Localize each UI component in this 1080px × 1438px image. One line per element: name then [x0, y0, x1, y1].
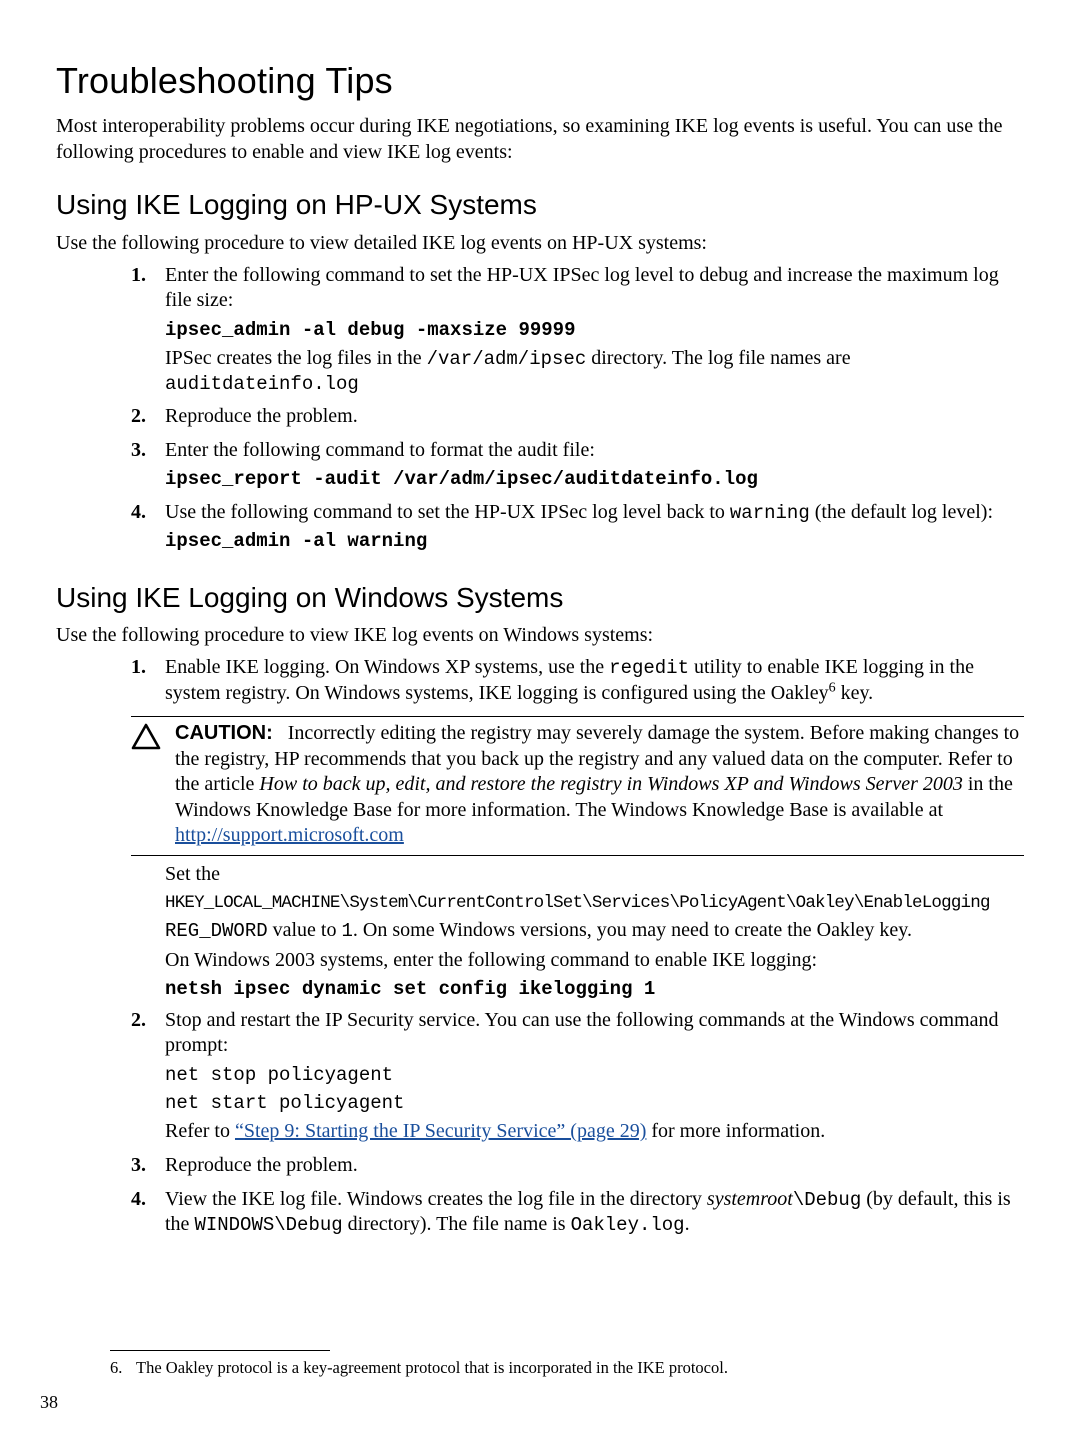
cross-ref-link[interactable]: “Step 9: Starting the IP Security Servic…	[235, 1120, 646, 1142]
step-number: 1.	[131, 655, 165, 710]
caution-icon	[131, 721, 165, 849]
windows-steps: 1. Enable IKE logging. On Windows XP sys…	[131, 655, 1024, 710]
registry-path: HKEY_LOCAL_MACHINE\System\CurrentControl…	[165, 892, 1024, 914]
reg-dword-line: REG_DWORD value to 1. On some Windows ve…	[165, 918, 1024, 944]
windows-intro: Use the following procedure to view IKE …	[56, 623, 1024, 649]
windows-steps-cont: 2. Stop and restart the IP Security serv…	[131, 1008, 1024, 1242]
command: ipsec_report -audit /var/adm/ipsec/audit…	[165, 467, 1024, 491]
w2003-line: On Windows 2003 systems, enter the follo…	[165, 948, 1024, 974]
command: net start policyagent	[165, 1091, 1024, 1115]
footnote-ref: 6	[829, 680, 836, 695]
log-filename: auditdateinfo.log	[165, 372, 1024, 396]
page-title: Troubleshooting Tips	[56, 58, 1024, 104]
footnote-rule	[110, 1350, 330, 1351]
step-text: View the IKE log file. Windows creates t…	[165, 1187, 1024, 1238]
command: ipsec_admin -al warning	[165, 529, 1024, 553]
step-number: 4.	[131, 1187, 165, 1242]
kb-link[interactable]: http://support.microsoft.com	[175, 824, 404, 846]
continuation-block: Set the HKEY_LOCAL_MACHINE\System\Curren…	[165, 862, 1024, 1001]
step-number: 1.	[131, 263, 165, 400]
step-text: Reproduce the problem.	[165, 1153, 1024, 1179]
step-text: Enable IKE logging. On Windows XP system…	[165, 655, 1024, 706]
command: net stop policyagent	[165, 1063, 1024, 1087]
step-text: Enter the following command to format th…	[165, 438, 1024, 464]
step-text: Enter the following command to set the H…	[165, 263, 1024, 314]
hpux-steps: 1. Enter the following command to set th…	[131, 263, 1024, 558]
caution-box: CAUTION: Incorrectly editing the registr…	[131, 716, 1024, 856]
command: ipsec_admin -al debug -maxsize 99999	[165, 318, 1024, 342]
section-windows-heading: Using IKE Logging on Windows Systems	[56, 580, 1024, 616]
hpux-intro: Use the following procedure to view deta…	[56, 231, 1024, 257]
step-number: 2.	[131, 404, 165, 434]
section-hpux-heading: Using IKE Logging on HP-UX Systems	[56, 187, 1024, 223]
footnote-area: 6. The Oakley protocol is a key-agreemen…	[110, 1350, 1024, 1378]
step-number: 4.	[131, 500, 165, 558]
command: netsh ipsec dynamic set config ikeloggin…	[165, 977, 1024, 1001]
step-number: 3.	[131, 438, 165, 496]
page-number: 38	[40, 1391, 58, 1414]
intro-paragraph: Most interoperability problems occur dur…	[56, 114, 1024, 165]
step-text: Reproduce the problem.	[165, 404, 1024, 430]
step-number: 2.	[131, 1008, 165, 1149]
footnote-text: The Oakley protocol is a key-agreement p…	[136, 1357, 728, 1378]
step-number: 3.	[131, 1153, 165, 1183]
set-the-label: Set the	[165, 862, 1024, 888]
step-text: Use the following command to set the HP-…	[165, 500, 1024, 526]
step-note: IPSec creates the log files in the /var/…	[165, 346, 1024, 372]
cross-reference: Refer to “Step 9: Starting the IP Securi…	[165, 1119, 1024, 1145]
footnote-number: 6.	[110, 1357, 136, 1378]
caution-text: CAUTION: Incorrectly editing the registr…	[175, 721, 1024, 849]
step-text: Stop and restart the IP Security service…	[165, 1008, 1024, 1059]
